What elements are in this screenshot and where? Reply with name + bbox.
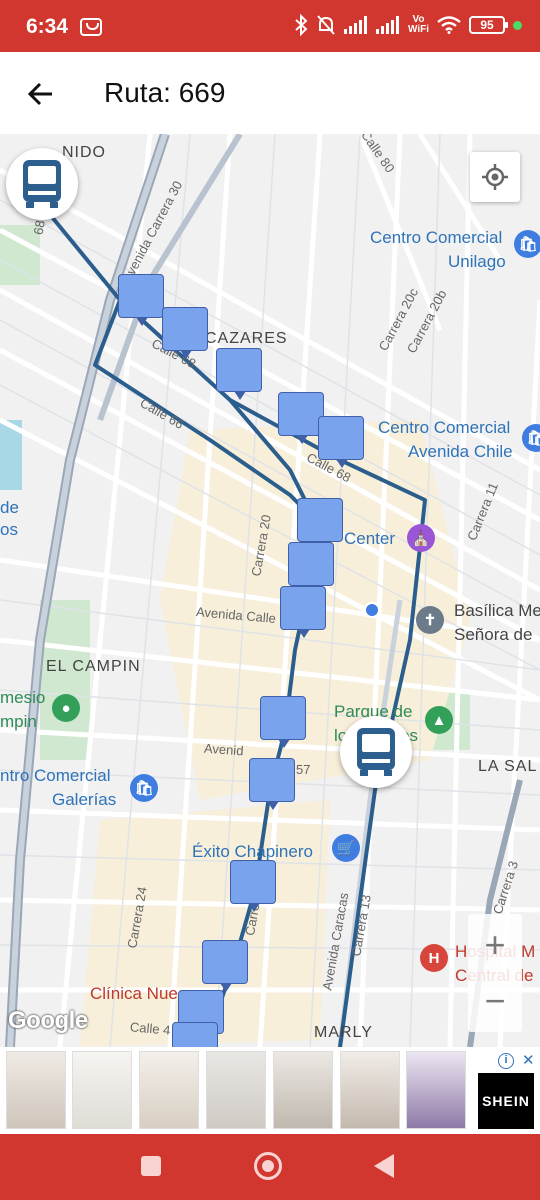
system-nav-bar	[0, 1134, 540, 1200]
ad-product-image[interactable]	[340, 1051, 400, 1129]
ad-banner[interactable]: i ✕ SHEIN	[0, 1047, 540, 1134]
poi-label-basilica-2[interactable]: Señora de	[454, 625, 532, 645]
bus-stop-marker[interactable]	[216, 348, 262, 400]
wifi-icon	[437, 16, 461, 34]
google-logo: Google	[8, 1007, 88, 1034]
gym-icon[interactable]: ●	[52, 694, 80, 722]
ad-product-image[interactable]	[6, 1051, 66, 1129]
landmark-icon[interactable]: ⛪	[407, 524, 435, 552]
area-label-la-sal: LA SAL	[478, 758, 538, 775]
zoom-in-button[interactable]: +	[468, 918, 522, 972]
hospital-icon[interactable]: H	[420, 944, 448, 972]
ad-info-icon[interactable]: i	[498, 1053, 514, 1069]
vowifi-line2: WiFi	[407, 24, 429, 35]
ad-brand-logo[interactable]: SHEIN	[478, 1073, 534, 1129]
ad-product-image[interactable]	[206, 1051, 266, 1129]
crosshair-icon	[482, 164, 508, 190]
status-dot	[513, 20, 522, 30]
bus-stop-marker[interactable]	[172, 1022, 218, 1047]
back-button[interactable]	[22, 74, 62, 114]
bus-stop-marker[interactable]	[230, 860, 276, 912]
ad-product-image[interactable]	[273, 1051, 333, 1129]
zoom-out-button[interactable]: −	[468, 974, 522, 1028]
bus-stop-marker[interactable]	[318, 416, 364, 468]
street-label-57: 57	[296, 762, 311, 777]
area-label-el-campin: EL CAMPIN	[46, 658, 141, 675]
street-label-av-57: Avenid	[203, 740, 244, 759]
notification-app-icon	[80, 18, 102, 36]
poi-label-exito[interactable]: Éxito Chapinero	[192, 842, 313, 862]
bus-vehicle-marker[interactable]	[6, 148, 78, 220]
poi-label-cc-unilago-1[interactable]: Centro Comercial	[370, 228, 502, 248]
bus-icon	[357, 728, 395, 776]
poi-label-center[interactable]: Center	[344, 529, 395, 549]
area-label-marly: MARLY	[314, 1024, 373, 1041]
battery-indicator: 95	[469, 16, 508, 34]
arrow-left-icon	[27, 82, 52, 106]
status-bar: 6:34 Vo WiFi 95	[0, 0, 540, 52]
status-time: 6:34	[26, 15, 69, 38]
ad-product-image[interactable]	[72, 1051, 132, 1129]
system-back-button[interactable]	[374, 1154, 394, 1178]
poi-label-basilica-1[interactable]: Basílica Me	[454, 601, 540, 621]
bus-stop-marker[interactable]	[288, 542, 334, 594]
bus-stop-marker[interactable]	[249, 758, 295, 810]
bus-vehicle-marker[interactable]	[340, 716, 412, 788]
zoom-controls: + −	[468, 914, 522, 1032]
poi-label-cc-chile-1[interactable]: Centro Comercial	[378, 418, 510, 438]
bus-stop-marker[interactable]	[260, 696, 306, 748]
ad-product-image[interactable]	[139, 1051, 199, 1129]
bus-stop-marker[interactable]	[280, 586, 326, 638]
bus-stop-marker[interactable]	[202, 940, 248, 992]
church-icon[interactable]: ✝	[416, 606, 444, 634]
bus-stop-marker[interactable]	[162, 307, 208, 359]
shopping-bag-icon[interactable]: 🛍	[130, 774, 158, 802]
poi-label-de: de	[0, 498, 19, 517]
poi-label-gimnasio-2[interactable]: mpin	[0, 712, 37, 732]
poi-label-cc-galerias-2[interactable]: Galerías	[52, 790, 116, 810]
map-view[interactable]: NIDO CAZARES EL CAMPIN LA SAL MARLY Aven…	[0, 134, 540, 1047]
area-label-cazares: CAZARES	[205, 330, 288, 347]
street-label-68: 68	[30, 219, 48, 236]
poi-label-cc-unilago-2[interactable]: Unilago	[448, 252, 506, 272]
poi-label-clinica[interactable]: Clínica Nue	[90, 984, 178, 1004]
signal-icon-2	[375, 16, 399, 34]
bus-icon	[23, 160, 61, 208]
home-button[interactable]	[254, 1152, 282, 1180]
poi-label-gimnasio-1[interactable]: mesio	[0, 688, 45, 708]
page-title: Ruta: 669	[104, 77, 226, 108]
status-icons: Vo WiFi 95	[294, 14, 522, 36]
app-header: Ruta: 669	[0, 52, 540, 134]
vowifi-indicator: Vo WiFi	[408, 15, 429, 35]
poi-label-cc-galerias-1[interactable]: ntro Comercial	[0, 766, 111, 786]
mute-bell-icon	[317, 15, 335, 35]
signal-icon-1	[343, 16, 367, 34]
bluetooth-icon	[295, 14, 308, 36]
poi-label-cc-chile-2[interactable]: Avenida Chile	[408, 442, 513, 462]
ad-product-image[interactable]	[406, 1051, 466, 1129]
user-location-dot	[364, 602, 380, 618]
bus-stop-marker[interactable]	[297, 498, 343, 550]
bus-stop-marker[interactable]	[118, 274, 164, 326]
tree-icon[interactable]: ▲	[425, 706, 453, 734]
my-location-button[interactable]	[470, 152, 520, 202]
ad-close-icon[interactable]: ✕	[522, 1051, 535, 1069]
recents-button[interactable]	[141, 1156, 161, 1176]
shopping-bag-icon[interactable]: 🛍	[514, 230, 540, 258]
shopping-cart-icon[interactable]: 🛒	[332, 834, 360, 862]
poi-label-os: os	[0, 520, 18, 539]
